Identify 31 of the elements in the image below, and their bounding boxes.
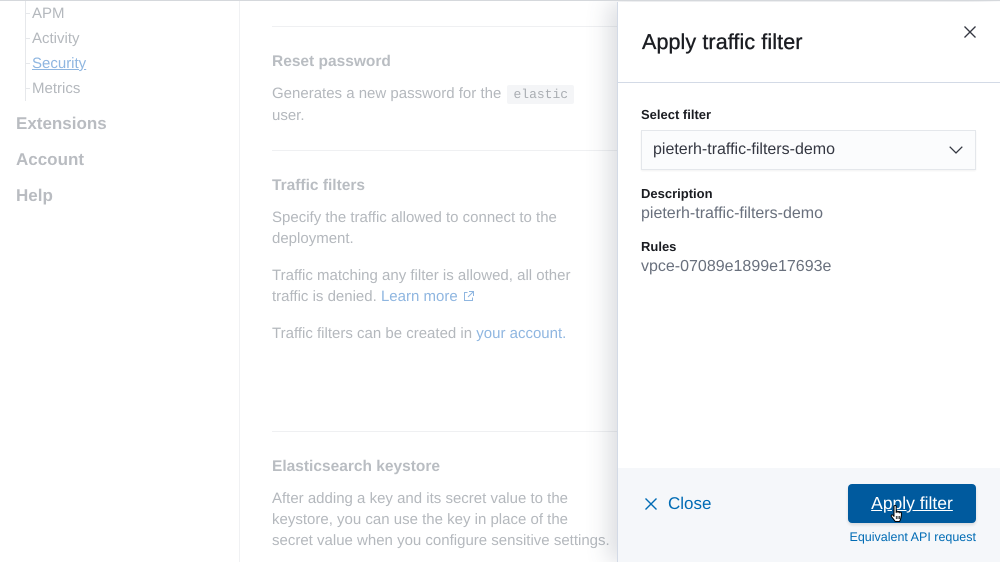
- code-text: elastic: [507, 85, 574, 104]
- paragraph-text: Generates a new password for the elastic user.: [272, 83, 610, 126]
- nav-item[interactable]: Security: [26, 51, 86, 76]
- nav-item[interactable]: APM: [26, 1, 65, 26]
- detail-label: Rules: [641, 239, 676, 255]
- detail-value: vpce-07089e1899e17693e: [641, 257, 832, 277]
- detail-label: Description: [641, 186, 713, 202]
- paragraph-text: Traffic filters can be created in your account.: [272, 323, 568, 344]
- flyout-title: Apply traffic filter: [642, 30, 803, 54]
- close-button[interactable]: Close: [642, 484, 712, 523]
- nav-item[interactable]: Activity: [26, 26, 80, 51]
- link[interactable]: your account.: [476, 323, 566, 344]
- close-icon: [645, 498, 657, 510]
- nav-heading[interactable]: Help: [16, 178, 53, 214]
- api-request-link[interactable]: Equivalent API request: [850, 530, 976, 544]
- paragraph-text: Specify the traffic allowed to connect to the deployment.: [272, 208, 558, 249]
- close-icon: [964, 26, 976, 38]
- field-label: Select filter: [641, 107, 712, 123]
- chevron-down-icon: [949, 146, 963, 154]
- section-title: Elasticsearch keystore: [272, 457, 440, 477]
- link[interactable]: Learn more: [380, 286, 474, 307]
- external-link-icon: [462, 291, 474, 302]
- section-title: Reset password: [272, 52, 391, 72]
- paragraph-text: Traffic matching any filter is allowed, all other traffic is denied. Learn more: [272, 266, 572, 307]
- nav-heading[interactable]: Account: [16, 142, 84, 178]
- section-title: Traffic filters: [272, 176, 366, 196]
- detail-value: pieterh-traffic-filters-demo: [641, 204, 823, 224]
- filter-select-field[interactable]: pieterh-traffic-filters-demo: [641, 130, 976, 170]
- nav-item[interactable]: Metrics: [26, 76, 80, 101]
- nav-heading[interactable]: Extensions: [16, 106, 107, 142]
- paragraph-text: After adding a key and its secret value to the keystore, you can use the key in place of the secret value when you configure sensitive settings.: [272, 489, 610, 551]
